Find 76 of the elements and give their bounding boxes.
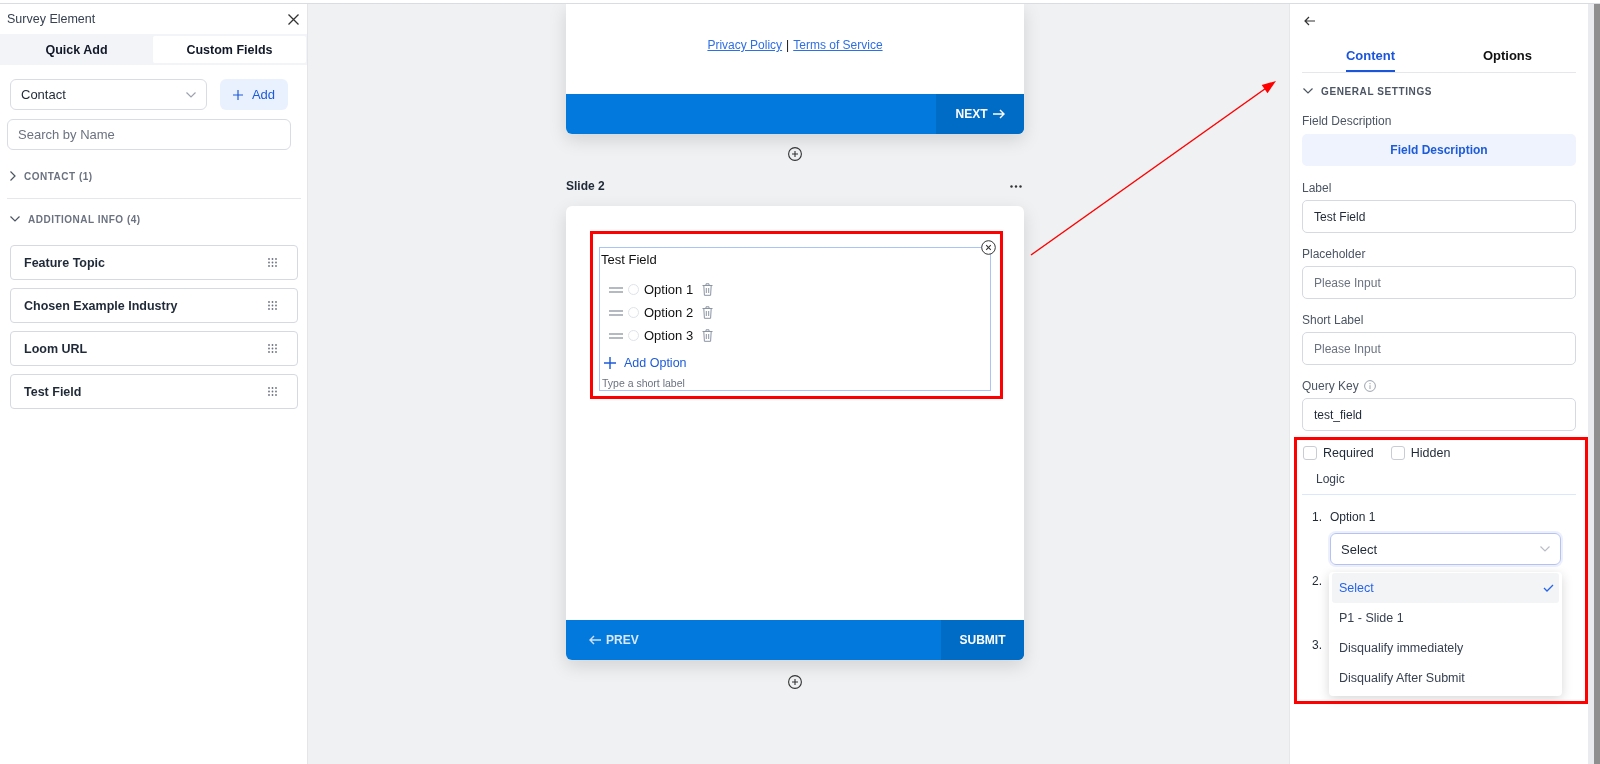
form-field-box[interactable]: Test Field Option 1 Option 2 Option 3 Add Option Type a short label (599, 247, 991, 391)
dropdown-option[interactable]: P1 - Slide 1 (1332, 603, 1559, 633)
short-label-field[interactable]: Type a short label (601, 376, 902, 389)
plus-icon (604, 357, 616, 369)
text-field[interactable]: Please Input (1302, 332, 1576, 365)
next-button[interactable]: NEXT (936, 94, 1024, 134)
arrow-left-icon (589, 635, 601, 645)
separator-text: | (786, 38, 790, 52)
checkbox[interactable] (1303, 446, 1317, 460)
field-item[interactable]: Test Field (10, 374, 298, 409)
footer-link[interactable]: Terms of Service (793, 38, 883, 52)
grip-dots-icon[interactable] (268, 258, 277, 267)
grip-dots-icon[interactable] (268, 301, 277, 310)
text-field[interactable]: Please Input (1302, 266, 1576, 299)
tab[interactable]: Quick Add (0, 36, 153, 63)
logic-title: Logic (1316, 472, 1345, 486)
logic-select[interactable]: Select (1330, 533, 1561, 565)
tab[interactable]: Options (1482, 40, 1533, 72)
checkbox[interactable] (1390, 446, 1405, 460)
trash-icon[interactable] (702, 306, 714, 319)
field-caption: Short Label (1302, 313, 1364, 327)
text-field[interactable]: test_field (1302, 398, 1576, 431)
trash-icon[interactable] (702, 329, 714, 342)
plus-icon (232, 89, 243, 100)
tab[interactable]: Custom Fields (153, 36, 306, 63)
grip-dots-icon[interactable] (268, 387, 277, 396)
back-arrow-icon[interactable] (1304, 16, 1315, 26)
field-caption: Placeholder (1302, 247, 1366, 261)
field-item[interactable]: Feature Topic (10, 245, 298, 280)
group-header[interactable]: CONTACT (1) (10, 168, 93, 184)
field-description-button[interactable]: Field Description (1302, 134, 1576, 166)
option-label: Option 2 (644, 305, 694, 320)
checkbox-label: Required (1323, 446, 1374, 460)
rule-option-label: Option 1 (1330, 509, 1377, 525)
close-icon[interactable] (288, 13, 299, 25)
chevron-down-icon (186, 91, 196, 98)
prev-button[interactable]: PREV (589, 620, 639, 660)
dropdown-option[interactable]: Select (1332, 573, 1559, 603)
field-caption: Label (1302, 181, 1332, 195)
add-button[interactable]: Add (220, 79, 288, 110)
option-label: Option 1 (644, 282, 694, 297)
search-field[interactable]: Search by Name (7, 119, 291, 150)
option-label: Option 3 (644, 328, 694, 343)
more-icon[interactable] (1010, 184, 1022, 188)
dropdown-option[interactable]: Disqualify After Submit (1332, 663, 1559, 693)
chevron-down-icon (1540, 546, 1550, 552)
submit-button[interactable]: SUBMIT (941, 620, 1024, 660)
plus-circle-icon[interactable] (788, 147, 802, 161)
object-select[interactable]: Contact (10, 79, 207, 110)
plus-circle-icon[interactable] (788, 675, 802, 689)
drag-handle-icon[interactable] (609, 309, 623, 316)
field-caption: Field Description (1302, 114, 1392, 128)
field-item[interactable]: Chosen Example Industry (10, 288, 298, 323)
arrow-right-icon (992, 109, 1005, 119)
drag-handle-icon[interactable] (609, 332, 623, 339)
rule-number: 3. (1312, 637, 1323, 653)
check-icon (1543, 584, 1554, 592)
slide-title: Slide 2 (566, 179, 605, 193)
trash-icon[interactable] (702, 283, 714, 296)
tab[interactable]: Content (1345, 40, 1396, 72)
field-item[interactable]: Loom URL (10, 331, 298, 366)
field-caption: Query Key (1302, 379, 1359, 393)
drag-handle-icon[interactable] (609, 286, 623, 293)
group-header[interactable]: ADDITIONAL INFO (4) (10, 211, 141, 227)
rule-number: 1. (1312, 509, 1323, 525)
add-option-button[interactable]: Add Option (604, 355, 687, 371)
section-header[interactable]: GENERAL SETTINGS (1302, 83, 1433, 99)
grip-dots-icon[interactable] (268, 344, 277, 353)
field-label: Test Field (601, 252, 658, 268)
text-field[interactable]: Test Field (1302, 200, 1576, 233)
footer-link[interactable]: Privacy Policy (707, 38, 783, 52)
checkbox-label: Hidden (1410, 446, 1451, 460)
close-circle-icon[interactable] (981, 240, 996, 255)
rule-number: 2. (1312, 573, 1323, 589)
panel-title: Survey Element (7, 12, 96, 26)
dropdown-option[interactable]: Disqualify immediately (1332, 633, 1559, 663)
